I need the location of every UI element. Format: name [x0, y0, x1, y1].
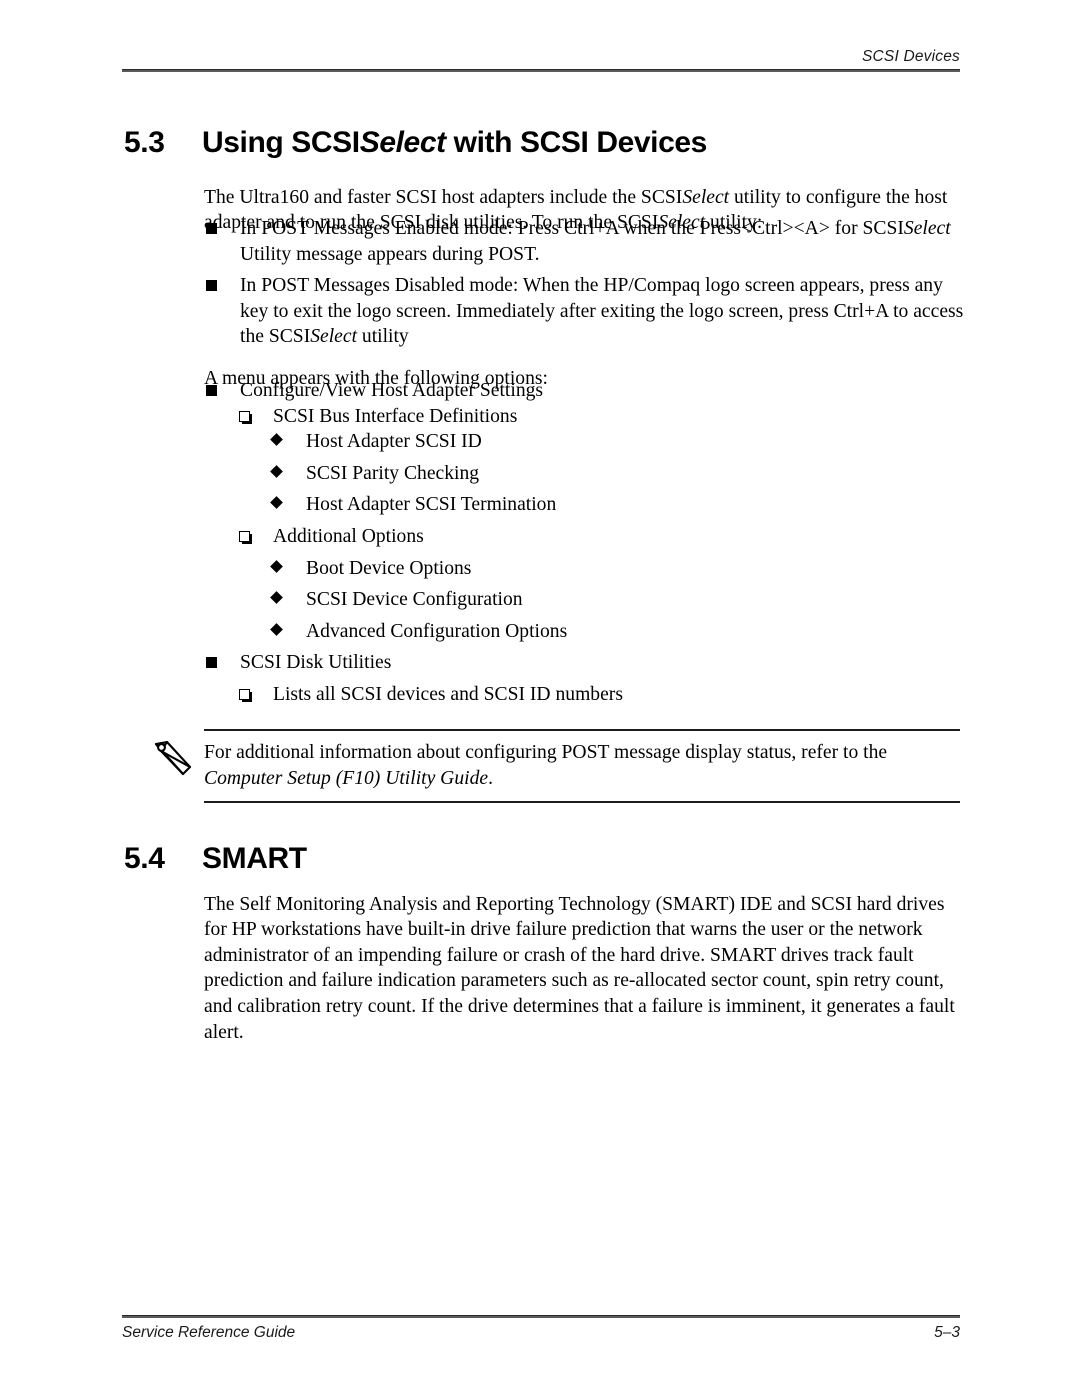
list-item: In POST Messages Enabled mode: Press Ctr…: [204, 216, 964, 267]
list-item-label: SCSI Disk Utilities: [240, 652, 392, 674]
list-item: Boot Device Options: [204, 556, 964, 582]
list-item-label: Host Adapter SCSI ID: [306, 431, 482, 453]
note-trailing-punctuation: .: [488, 767, 493, 789]
note-bottom-rule: [204, 801, 960, 804]
section-title-smart: SMART: [202, 842, 307, 876]
list-item: Host Adapter SCSI Termination: [204, 492, 964, 518]
section-title-part2: with SCSI Devices: [445, 126, 708, 160]
list-item: Additional Options: [204, 524, 964, 550]
running-header-title: SCSI Devices: [861, 48, 960, 65]
list-item: In POST Messages Disabled mode: When the…: [204, 273, 964, 350]
pencil-note-icon: [152, 739, 196, 779]
list-item-label: SCSI Bus Interface Definitions: [273, 405, 518, 427]
filled-square-bullet-icon: [206, 280, 217, 292]
diamond-bullet-icon: [270, 559, 283, 573]
note-body: For additional information about configu…: [154, 731, 960, 801]
list-item-label: Boot Device Options: [306, 557, 472, 579]
diamond-bullet-icon: [270, 464, 283, 478]
list-item: SCSI Bus Interface Definitions: [204, 404, 964, 430]
list-item: Lists all SCSI devices and SCSI ID numbe…: [204, 682, 964, 708]
note-line-1: For additional information about configu…: [204, 742, 888, 763]
list-item-label: Advanced Configuration Options: [306, 620, 568, 642]
header-divider-rule: [122, 69, 960, 73]
list-item: SCSI Disk Utilities: [204, 650, 964, 676]
document-page: SCSI Devices 5.3 Using SCSISelect with SC…: [0, 0, 1080, 1397]
diamond-bullet-icon: [270, 591, 283, 605]
footer-page-number: 5–3: [934, 1324, 960, 1341]
diamond-bullet-icon: [270, 622, 283, 636]
list-item-label: In POST Messages Enabled mode: Press Ctr…: [240, 218, 951, 265]
smart-paragraph: The Self Monitoring Analysis and Reporti…: [204, 893, 955, 1043]
list-item: SCSI Device Configuration: [204, 587, 964, 613]
note-text: For additional information about configu…: [204, 740, 960, 791]
hollow-square-bullet-icon: [239, 530, 250, 542]
note-reference-title: Computer Setup (F10) Utility Guide: [204, 767, 489, 789]
section-title-part1: Using SCSI: [202, 126, 360, 160]
section-number-5-3: 5.3: [124, 126, 165, 160]
page-footer: Service Reference Guide 5–3: [122, 1315, 960, 1342]
list-item-label: Lists all SCSI devices and SCSI ID numbe…: [273, 683, 623, 705]
filled-square-bullet-icon: [206, 223, 217, 234]
list-item-label: Additional Options: [273, 525, 424, 547]
diamond-bullet-icon: [270, 496, 283, 510]
footer-document-title: Service Reference Guide: [122, 1324, 296, 1341]
footer-divider-rule: [122, 1315, 960, 1318]
filled-square-bullet-icon: [206, 385, 217, 396]
page-header: SCSI Devices: [122, 48, 960, 73]
diamond-bullet-icon: [270, 433, 283, 447]
list-item-label: SCSI Parity Checking: [306, 462, 480, 484]
filled-square-bullet-icon: [206, 657, 217, 669]
section-number-5-4: 5.4: [124, 842, 165, 876]
hollow-square-bullet-icon: [239, 410, 250, 422]
note-callout: For additional information about configu…: [154, 729, 960, 804]
list-item: Configure/View Host Adapter Settings: [204, 378, 964, 404]
scsiselect-italic: Select: [682, 186, 730, 208]
section-heading-5-3: 5.3 Using SCSISelect with SCSI Devices: [124, 126, 964, 159]
list-item-label: SCSI Device Configuration: [306, 589, 523, 611]
list-item: SCSI Parity Checking: [204, 461, 964, 487]
list-item-label: Host Adapter SCSI Termination: [306, 494, 557, 516]
list-item-label: In POST Messages Disabled mode: When the…: [240, 275, 964, 348]
footer-row: Service Reference Guide 5–3: [122, 1324, 960, 1342]
list-item: Advanced Configuration Options: [204, 619, 964, 645]
list-item: Host Adapter SCSI ID: [204, 429, 964, 455]
section-heading-5-4: 5.4 SMART: [124, 842, 964, 875]
run-steps-list: In POST Messages Enabled mode: Press Ctr…: [204, 216, 964, 350]
hollow-square-bullet-icon: [239, 688, 250, 700]
menu-options-list: Configure/View Host Adapter Settings SCS…: [204, 378, 964, 708]
section-title-italic: Select: [359, 126, 446, 160]
list-item-label: Configure/View Host Adapter Settings: [240, 380, 544, 401]
